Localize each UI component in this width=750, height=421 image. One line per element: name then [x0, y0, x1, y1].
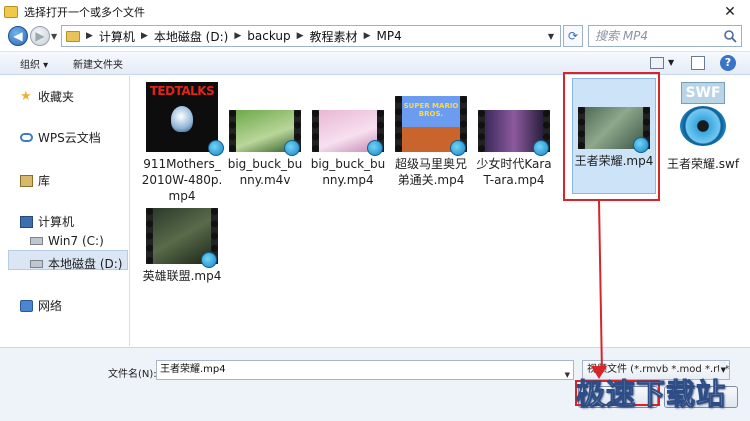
sidebar-item-network[interactable]: 网络 [20, 297, 62, 314]
chevron-down-icon[interactable]: ▼ [565, 366, 570, 384]
close-button[interactable]: ✕ [722, 5, 738, 19]
sidebar-item-computer[interactable]: 计算机 [20, 213, 74, 230]
cloud-icon [20, 133, 33, 142]
breadcrumb-mp4[interactable]: MP4 [376, 29, 401, 43]
organize-button[interactable]: 组织 ▾ [20, 56, 48, 71]
sidebar-item-wps[interactable]: WPS云文档 [20, 129, 101, 146]
chevron-right-icon[interactable]: ▶ [86, 31, 93, 41]
breadcrumb-backup[interactable]: backup [247, 29, 290, 43]
file-name: 911Mothers_2010W-480p.mp4 [141, 157, 223, 203]
help-icon[interactable]: ? [720, 55, 736, 71]
chevron-right-icon[interactable]: ▶ [141, 31, 148, 41]
file-name: big_buck_bunny.mp4 [310, 157, 386, 187]
filename-input[interactable]: 王者荣耀.mp4 ▼ [156, 360, 574, 380]
media-player-icon [367, 140, 383, 156]
search-placeholder: 搜索 MP4 [595, 29, 649, 43]
swf-label: SWF [681, 82, 725, 104]
forward-button[interactable]: ▶ [30, 26, 50, 46]
file-name: big_buck_bunny.m4v [227, 157, 303, 187]
sidebar-item-favorites[interactable]: ★ 收藏夹 [20, 88, 74, 105]
network-icon [20, 299, 33, 312]
view-icon[interactable] [650, 57, 664, 69]
video-thumbnail: TEDTALKS [146, 82, 224, 156]
watermark: 极速下载站 [575, 377, 727, 412]
navigation-bar: ◀ ▶ ▼ ▶ 计算机 ▶ 本地磁盘 (D:) ▶ backup ▶ 教程素材 … [0, 24, 750, 50]
file-item[interactable]: SUPER MARIO BROS. 超级马里奥兄弟通关.mp4 [390, 82, 472, 188]
sidebar-item-label: Win7 (C:) [48, 234, 104, 248]
breadcrumb-tutorial[interactable]: 教程素材 [310, 28, 358, 45]
sidebar-item-label: WPS云文档 [38, 131, 101, 145]
drive-icon [30, 259, 43, 268]
file-item[interactable]: TEDTALKS 911Mothers_2010W-480p.mp4 [141, 82, 224, 204]
sidebar-item-drive-d[interactable]: 本地磁盘 (D:) [30, 255, 122, 272]
library-icon [20, 174, 33, 187]
sidebar-item-label: 库 [38, 174, 51, 188]
sidebar-item-label: 本地磁盘 (D:) [48, 257, 123, 271]
media-player-icon [450, 140, 466, 156]
preview-pane-icon[interactable] [691, 56, 705, 70]
file-item[interactable]: SWF 王者荣耀.swf [664, 82, 742, 172]
swf-file-icon: SWF [673, 82, 733, 152]
window-title: 选择打开一个或多个文件 [24, 6, 145, 19]
chevron-right-icon[interactable]: ▶ [297, 31, 304, 41]
drive-icon [30, 237, 43, 245]
sidebar-item-label: 收藏夹 [38, 90, 75, 104]
video-thumbnail: SUPER MARIO BROS. [395, 96, 467, 156]
sidebar-item-label: 计算机 [38, 215, 75, 229]
star-icon: ★ [20, 88, 32, 104]
back-button[interactable]: ◀ [8, 26, 28, 46]
filename-label: 文件名(N): [108, 369, 157, 380]
computer-icon [20, 215, 33, 228]
breadcrumb-computer[interactable]: 计算机 [99, 28, 135, 45]
media-player-icon [201, 252, 217, 268]
file-item[interactable]: 英雄联盟.mp4 [141, 208, 223, 284]
new-folder-button[interactable]: 新建文件夹 [73, 56, 123, 71]
file-item[interactable]: 少女时代KaraT-ara.mp4 [473, 82, 555, 188]
sidebar-item-drive-c[interactable]: Win7 (C:) [30, 234, 104, 248]
media-player-icon [208, 140, 224, 156]
search-input[interactable]: 搜索 MP4 [588, 25, 742, 47]
app-icon [4, 6, 18, 18]
file-name: 王者荣耀.swf [666, 157, 740, 171]
file-item[interactable]: big_buck_bunny.m4v [224, 82, 306, 188]
video-thumbnail [146, 208, 218, 268]
file-name: 英雄联盟.mp4 [142, 269, 222, 283]
chevron-right-icon[interactable]: ▶ [364, 31, 371, 41]
file-name: 少女时代KaraT-ara.mp4 [476, 157, 552, 187]
chevron-right-icon[interactable]: ▶ [234, 31, 241, 41]
title-bar: 选择打开一个或多个文件 ✕ [0, 0, 750, 24]
video-thumbnail [312, 110, 384, 156]
view-dropdown-icon[interactable]: ▼ [668, 58, 674, 67]
address-dropdown-icon[interactable]: ▼ [548, 32, 554, 41]
video-thumbnail [229, 110, 301, 156]
file-name: 超级马里奥兄弟通关.mp4 [394, 157, 467, 187]
filename-value: 王者荣耀.mp4 [160, 364, 226, 375]
thumb-text: TEDTALKS [149, 84, 215, 98]
file-item[interactable]: big_buck_bunny.mp4 [307, 82, 389, 188]
sidebar-item-label: 网络 [38, 299, 63, 313]
highlight-box-selected-file [563, 72, 660, 201]
folder-icon [66, 30, 80, 42]
address-bar[interactable]: ▶ 计算机 ▶ 本地磁盘 (D:) ▶ backup ▶ 教程素材 ▶ MP4 … [61, 25, 561, 47]
video-thumbnail [478, 110, 550, 156]
refresh-button[interactable]: ⟳ [563, 25, 583, 47]
search-icon [724, 30, 737, 43]
media-player-icon [284, 140, 300, 156]
sidebar-item-library[interactable]: 库 [20, 172, 50, 189]
media-player-icon [533, 140, 549, 156]
history-dropdown-icon[interactable]: ▼ [51, 32, 57, 41]
breadcrumb-drive-d[interactable]: 本地磁盘 (D:) [154, 28, 228, 45]
navigation-pane: ★ 收藏夹 WPS云文档 库 计算机 Win7 (C:) 本地磁盘 (D:) 网… [0, 76, 130, 346]
